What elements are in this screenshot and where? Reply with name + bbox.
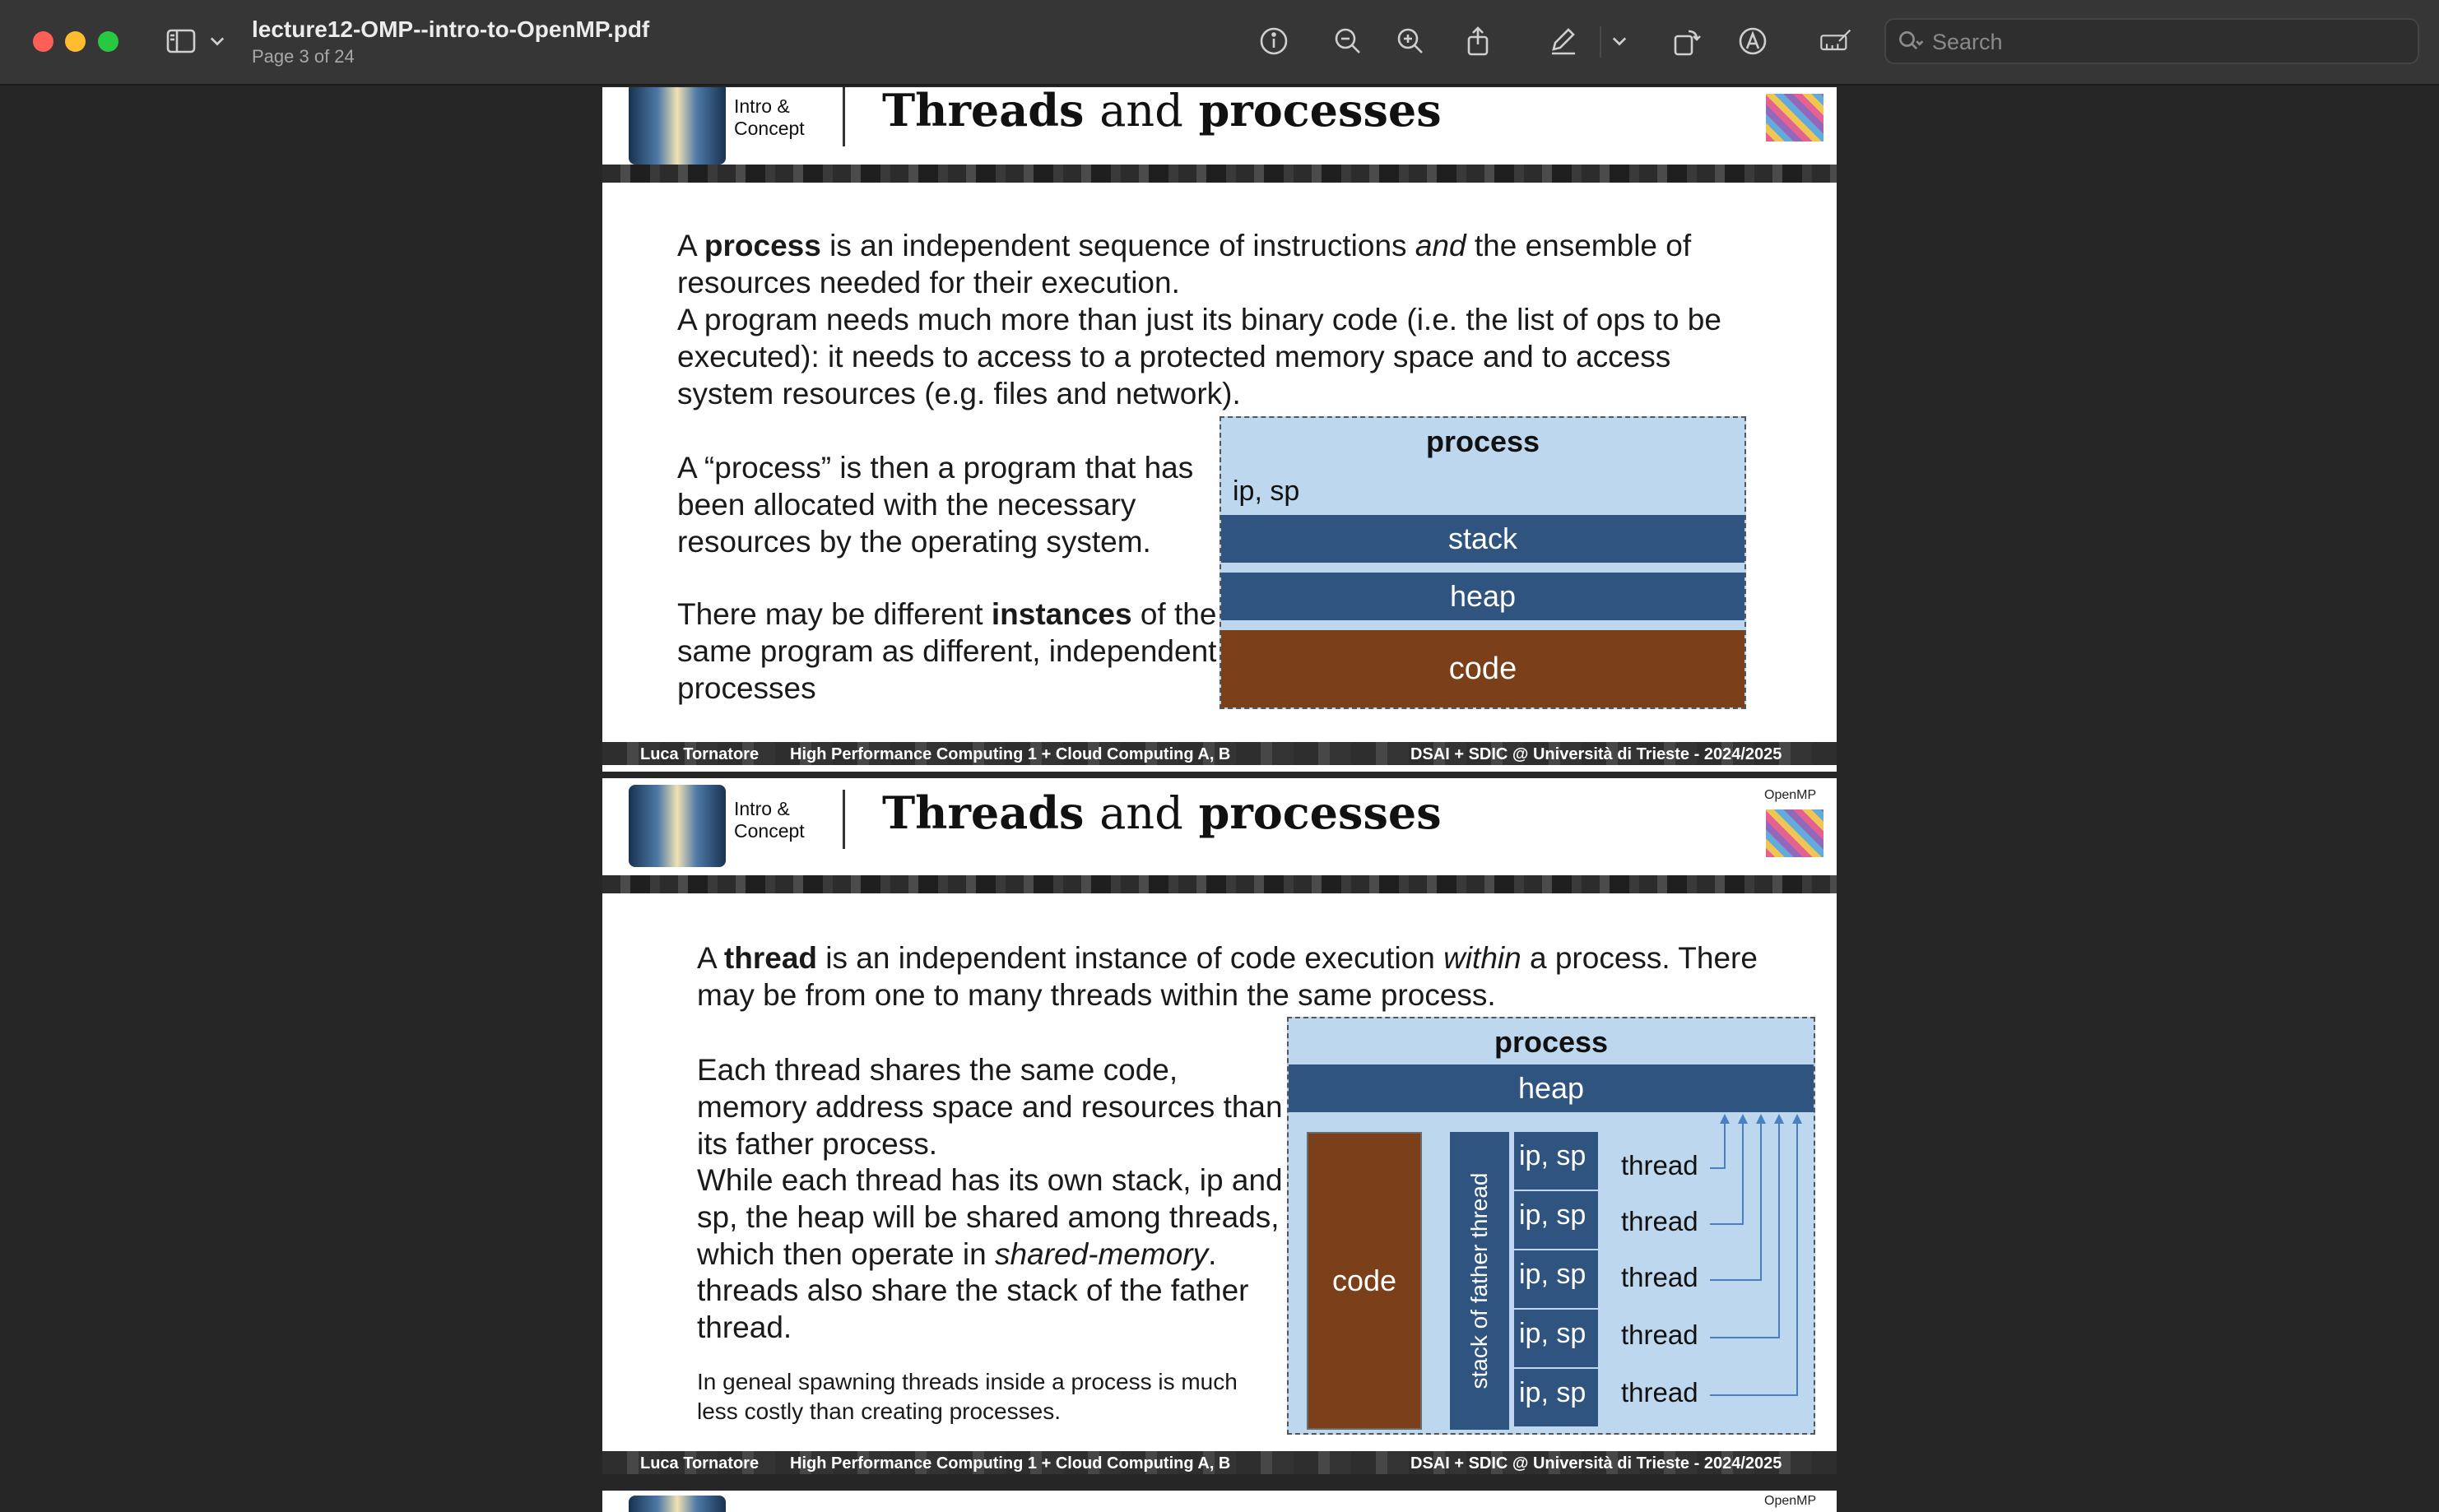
heap-arrow-2: [1710, 1115, 1744, 1225]
pdf-page-5: OpenMP: [602, 1491, 1837, 1512]
slide-header: Intro &Concept Threads and processes Ope…: [602, 87, 1837, 173]
process-diagram-title: process: [1425, 424, 1540, 458]
heap-access-arrows: [1710, 1114, 1802, 1396]
heap-block: heap: [1221, 573, 1744, 620]
thread-father-stack-text: threads also share the stack of the fath…: [697, 1273, 1249, 1344]
header-thumbnail-image: [629, 87, 726, 165]
heap-arrow-5: [1710, 1115, 1798, 1396]
search-field[interactable]: [1884, 18, 2419, 64]
annotate-icon[interactable]: [1812, 21, 1858, 61]
maximize-window-button[interactable]: [98, 31, 118, 52]
heap-arrowhead-3: [1756, 1114, 1766, 1124]
search-icon: [1896, 28, 1926, 58]
minimize-window-button[interactable]: [65, 31, 86, 52]
heap-arrow-3: [1710, 1115, 1762, 1281]
footer-author: Luca Tornatore: [640, 745, 760, 763]
close-window-button[interactable]: [33, 31, 53, 52]
heap-arrowhead-5: [1792, 1114, 1802, 1124]
chevron-down-icon[interactable]: [1605, 21, 1634, 61]
heap-arrowhead-4: [1774, 1114, 1784, 1124]
header-thumbnail-image: [629, 785, 726, 867]
info-icon[interactable]: [1254, 21, 1294, 61]
thread-stack-heap-text: While each thread has its own stack, ip …: [697, 1163, 1283, 1271]
zoom-in-icon[interactable]: [1391, 21, 1430, 61]
search-input[interactable]: [1930, 25, 2395, 59]
window-titlebar: lecture12-OMP--intro-to-OpenMP.pdf Page …: [0, 0, 2439, 86]
chevron-down-icon[interactable]: [202, 21, 232, 61]
rotate-icon[interactable]: [1667, 21, 1707, 61]
header-wood-strip: [602, 165, 1837, 183]
thread-process-diagram: process heap code stack of father thread…: [1287, 1017, 1815, 1435]
program-requirements-text: A program needs much more than just its …: [677, 303, 1721, 410]
slide-title: Threads and processes: [882, 786, 1442, 839]
registers-label: ip, sp: [1233, 475, 1300, 507]
share-icon[interactable]: [1458, 21, 1498, 61]
header-section-tag: Intro & Concept: [734, 95, 805, 139]
heap-arrow-4: [1710, 1115, 1780, 1338]
footer-institution: DSAI + SDIC @ Università di Trieste - 20…: [1410, 1454, 1782, 1473]
heap-arrowhead-2: [1738, 1114, 1748, 1124]
process-definition-text: A process is an independent sequence of …: [677, 229, 1692, 299]
markup-icon[interactable]: [1733, 21, 1772, 61]
slide-footer: Luca Tornatore High Performance Computin…: [602, 1451, 1837, 1474]
openmp-logo: [1766, 94, 1823, 141]
stack-block: stack: [1221, 515, 1744, 563]
spawning-cost-note: In geneal spawning threads inside a proc…: [697, 1369, 1238, 1424]
highlight-pen-icon[interactable]: [1544, 21, 1583, 61]
thread-definition-text: A thread is an independent instance of c…: [697, 941, 1758, 1012]
process-allocation-text: A “process” is then a program that has b…: [677, 451, 1194, 559]
header-divider: [843, 790, 845, 849]
page-indicator: Page 3 of 24: [252, 46, 355, 67]
openmp-logo: [1766, 809, 1823, 857]
document-title: lecture12-OMP--intro-to-OpenMP.pdf: [252, 16, 650, 42]
openmp-logo-label: OpenMP: [1764, 1494, 1817, 1508]
header-divider: [843, 87, 845, 146]
heap-arrowhead-1: [1720, 1114, 1730, 1124]
sidebar-icon[interactable]: [161, 21, 201, 61]
footer-institution: DSAI + SDIC @ Università di Trieste - 20…: [1410, 745, 1782, 763]
openmp-logo-label: OpenMP: [1764, 788, 1817, 802]
header-wood-strip: [602, 875, 1837, 893]
header-section-tag: Intro & Concept: [734, 798, 805, 842]
process-instances-text: There may be different instances of the …: [677, 597, 1217, 705]
footer-course: High Performance Computing 1 + Cloud Com…: [790, 745, 1231, 763]
pdf-page-3: Intro &Concept Threads and processes Ope…: [602, 87, 1837, 772]
thread-sharing-text: Each thread shares the same code, memory…: [697, 1053, 1283, 1161]
footer-author: Luca Tornatore: [640, 1454, 760, 1473]
slide-header: Intro &Concept Threads and processes Ope…: [602, 778, 1837, 875]
footer-course: High Performance Computing 1 + Cloud Com…: [790, 1454, 1231, 1473]
slide-title: Threads and processes: [882, 87, 1442, 137]
toolbar-separator: [1600, 26, 1601, 58]
header-thumbnail-image: [629, 1496, 726, 1512]
process-diagram: process ip, sp stack heap code: [1220, 416, 1746, 709]
code-block: code: [1221, 630, 1744, 707]
pdf-page-4: Intro & Concept Threads and processes Ope…: [602, 778, 1837, 1474]
slide-footer: Luca Tornatore High Performance Computin…: [602, 742, 1837, 765]
zoom-out-icon[interactable]: [1328, 21, 1368, 61]
